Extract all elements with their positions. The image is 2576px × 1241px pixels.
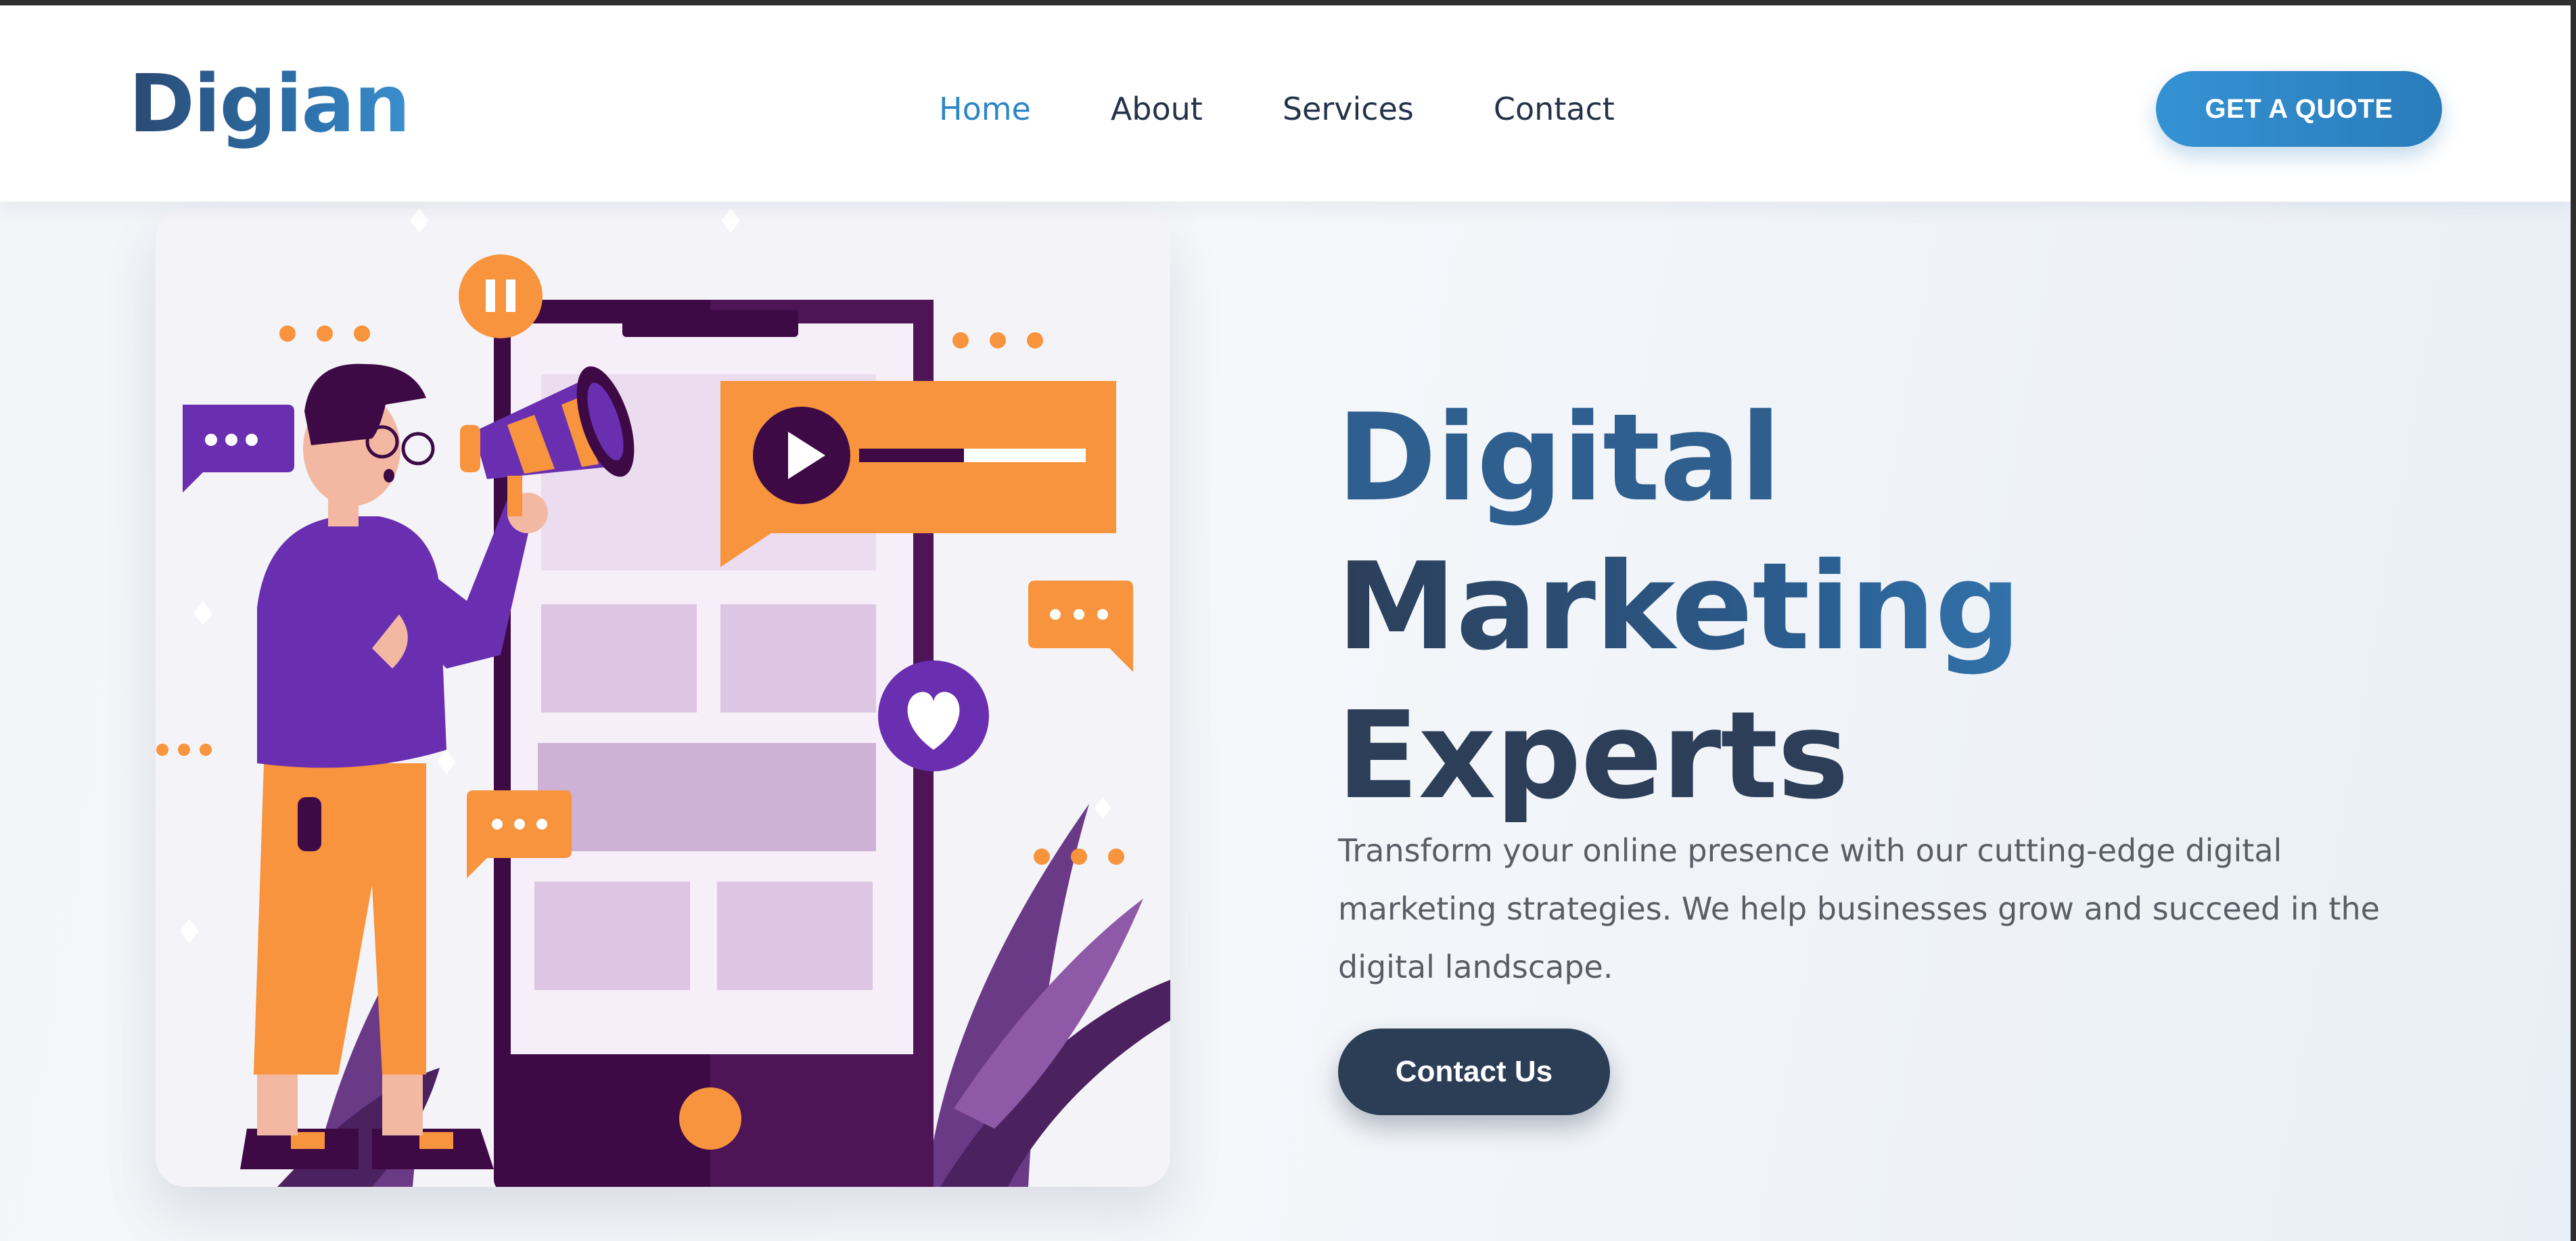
chat-bubble-icon-orange-right	[1028, 581, 1133, 672]
heart-icon	[878, 660, 989, 771]
headline-line-3: Experts	[1337, 685, 1849, 826]
hero-description: Transform your online presence with our …	[1338, 832, 2380, 985]
nav-link-home[interactable]: Home	[939, 91, 1031, 127]
hero-illustration	[156, 208, 1170, 1187]
nav-links: Home About Services Contact	[939, 87, 1615, 131]
logo[interactable]: Digian	[129, 57, 411, 150]
hero-headline: Digital Marketing Experts	[1337, 384, 2216, 830]
nav-link-contact[interactable]: Contact	[1494, 91, 1615, 127]
navbar: Digian Home About Services Contact GET A…	[0, 5, 2571, 202]
illustration-svg	[156, 208, 1170, 1187]
page: Digian Home About Services Contact GET A…	[0, 5, 2571, 1241]
chat-bubble-icon	[183, 405, 294, 493]
contact-us-button[interactable]: Contact Us	[1338, 1029, 1610, 1115]
pause-icon	[459, 254, 543, 338]
headline-line-1: Digital	[1337, 388, 1781, 528]
nav-link-about[interactable]: About	[1111, 91, 1203, 127]
nav-link-services[interactable]: Services	[1283, 91, 1414, 127]
headline-line-2: Marketing	[1337, 533, 2216, 681]
get-a-quote-button[interactable]: GET A QUOTE	[2156, 71, 2442, 147]
